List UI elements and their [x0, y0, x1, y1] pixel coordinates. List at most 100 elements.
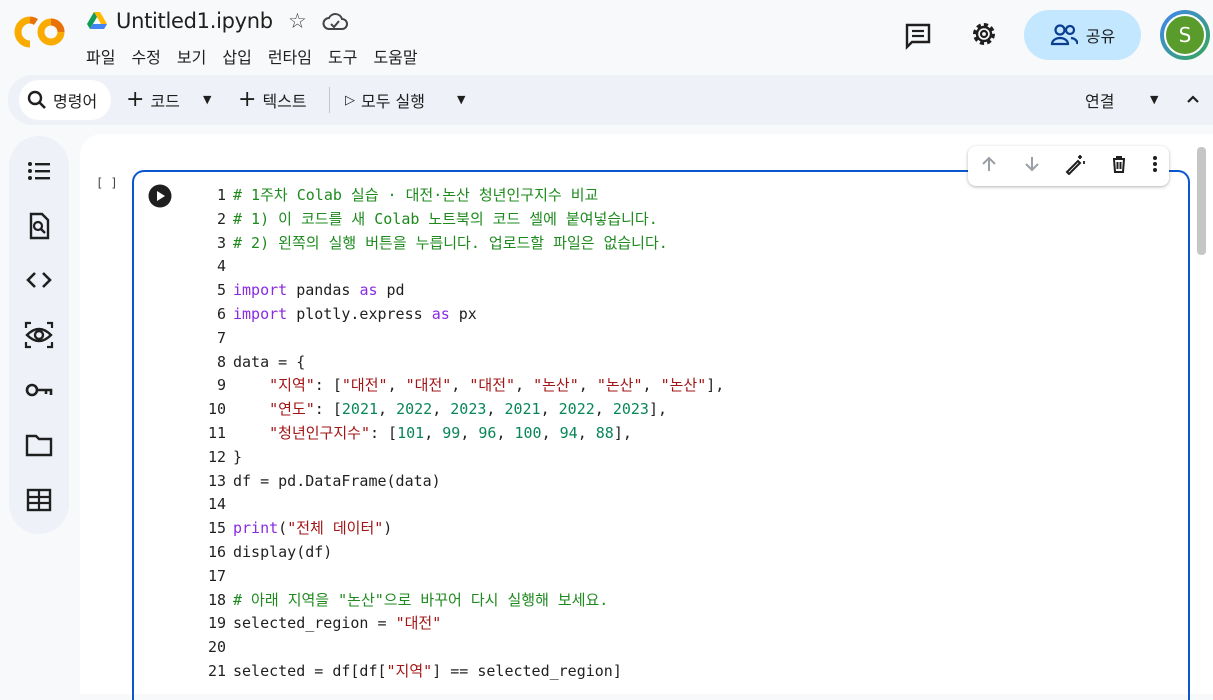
code-line[interactable]: 14 [196, 493, 724, 517]
comment-icon[interactable] [902, 20, 934, 52]
line-number: 5 [216, 281, 226, 300]
files-folder-icon[interactable] [24, 430, 54, 460]
magic-wand-icon[interactable] [1064, 153, 1086, 179]
people-icon [1050, 24, 1078, 46]
cloud-sync-icon[interactable] [322, 11, 348, 33]
code-line[interactable]: 4 [196, 255, 724, 279]
connect-button[interactable]: 연결 [1085, 88, 1114, 112]
data-table-icon[interactable] [24, 485, 54, 515]
variables-inspector-icon[interactable] [24, 320, 54, 350]
secrets-key-icon[interactable] [24, 375, 54, 405]
play-icon [148, 184, 172, 208]
line-source: "청년인구지수": [101, 99, 96, 100, 94, 88], [269, 423, 632, 442]
code-line[interactable]: 6 import plotly.express as px [196, 303, 724, 327]
collapse-chevron-icon[interactable] [1186, 91, 1200, 110]
move-down-icon[interactable] [1022, 154, 1042, 178]
menu-tools[interactable]: 도구 [328, 44, 357, 68]
line-number: 17 [207, 566, 226, 585]
connect-label: 연결 [1085, 92, 1115, 111]
plus-icon: + [126, 87, 145, 112]
run-cell-button[interactable] [148, 184, 172, 208]
code-line[interactable]: 9 "지역": ["대전", "대전", "대전", "논산", "논산", "… [196, 374, 724, 398]
code-line[interactable]: 3 # 2) 왼쪽의 실행 버튼을 누릅니다. 업로드할 파일은 없습니다. [196, 232, 724, 256]
line-number: 18 [207, 590, 226, 609]
code-line[interactable]: 16 display(df) [196, 541, 724, 565]
menu-insert[interactable]: 삽입 [222, 44, 251, 68]
menu-help[interactable]: 도움말 [373, 44, 417, 68]
play-outline-icon: ▷ [345, 92, 355, 108]
move-up-icon[interactable] [979, 154, 999, 178]
code-line[interactable]: 1 # 1주차 Colab 실습 · 대전·논산 청년인구지수 비교 [196, 184, 724, 208]
account-avatar[interactable]: S [1160, 10, 1210, 60]
line-number: 4 [216, 257, 226, 276]
code-line[interactable]: 2 # 1) 이 코드를 새 Colab 노트북의 코드 셀에 붙여넣습니다. [196, 208, 724, 232]
line-number: 1 [216, 186, 226, 204]
menu-runtime[interactable]: 런타임 [268, 44, 312, 68]
line-number: 10 [207, 400, 226, 419]
find-replace-icon[interactable] [24, 211, 54, 241]
line-source: "지역": ["대전", "대전", "대전", "논산", "논산", "논산… [269, 376, 725, 395]
line-number: 6 [216, 304, 226, 323]
line-number: 8 [216, 352, 226, 371]
code-line[interactable]: 8 data = { [196, 351, 724, 375]
line-source: print("전체 데이터") [233, 519, 393, 538]
code-line[interactable]: 11 "청년인구지수": [101, 99, 96, 100, 94, 88], [196, 422, 724, 446]
line-source: data = { [233, 352, 306, 371]
line-number: 13 [207, 471, 226, 490]
command-palette-button[interactable]: 명령어 [19, 80, 111, 120]
colab-logo[interactable] [14, 15, 66, 49]
code-line[interactable]: 20 [196, 636, 724, 660]
code-line[interactable]: 5 import pandas as pd [196, 279, 724, 303]
code-editor[interactable]: 1 # 1주차 Colab 실습 · 대전·논산 청년인구지수 비교 2 # 1) 이… [196, 184, 724, 684]
line-source: "연도": [2021, 2022, 2023, 2021, 2022, 202… [269, 400, 668, 419]
line-number: 7 [216, 328, 226, 347]
code-line[interactable]: 15 print("전체 데이터") [196, 517, 724, 541]
star-icon[interactable]: ☆ [288, 9, 307, 33]
line-number: 11 [207, 423, 226, 442]
more-options-icon[interactable] [1152, 154, 1158, 178]
run-all-button[interactable]: ▷ 모두 실행 [345, 88, 425, 112]
code-line[interactable]: 18 # 아래 지역을 "논산"으로 바꾸어 다시 실행해 보세요. [196, 589, 724, 613]
connect-dropdown-icon[interactable]: ▼ [1150, 93, 1158, 106]
line-source: selected_region = "대전" [233, 614, 442, 633]
search-icon [27, 90, 46, 109]
add-code-dropdown-icon[interactable]: ▼ [203, 93, 211, 106]
cell-execution-count: [ ] [96, 176, 118, 190]
run-all-label: 모두 실행 [361, 92, 425, 111]
notebook-title[interactable]: Untitled1.ipynb [116, 9, 273, 33]
code-line[interactable]: 19 selected_region = "대전" [196, 612, 724, 636]
run-all-dropdown-icon[interactable]: ▼ [457, 93, 465, 106]
line-number: 16 [207, 542, 226, 561]
add-code-button[interactable]: + 코드 [126, 88, 180, 112]
line-source: # 1) 이 코드를 새 Colab 노트북의 코드 셀에 붙여넣습니다. [233, 209, 658, 228]
add-text-button[interactable]: + 텍스트 [238, 88, 307, 112]
code-line[interactable]: 7 [196, 327, 724, 351]
code-line[interactable]: 17 [196, 565, 724, 589]
menu-view[interactable]: 보기 [177, 44, 206, 68]
menu-edit[interactable]: 수정 [131, 44, 160, 68]
share-button[interactable]: 공유 [1024, 10, 1141, 60]
add-text-label: 텍스트 [262, 92, 307, 111]
code-line[interactable]: 21 selected = df[df["지역"] == selected_reg… [196, 660, 724, 684]
vertical-scrollbar[interactable] [1197, 147, 1206, 255]
code-line[interactable]: 13 df = pd.DataFrame(data) [196, 470, 724, 494]
code-line[interactable]: 10 "연도": [2021, 2022, 2023, 2021, 2022, … [196, 398, 724, 422]
line-number: 3 [216, 233, 226, 252]
line-number: 15 [207, 519, 226, 538]
table-of-contents-icon[interactable] [24, 156, 54, 186]
code-line[interactable]: 12} [196, 446, 724, 470]
line-number: 2 [216, 209, 226, 228]
google-drive-icon[interactable] [87, 12, 107, 30]
notebook-toolbar [8, 75, 1213, 125]
gear-icon[interactable] [968, 18, 1000, 50]
share-label: 공유 [1085, 27, 1116, 46]
toolbar-divider [329, 87, 330, 113]
code-snippets-icon[interactable] [24, 265, 54, 295]
line-source: # 2) 왼쪽의 실행 버튼을 누릅니다. 업로드할 파일은 없습니다. [233, 233, 668, 252]
menu-file[interactable]: 파일 [86, 44, 115, 68]
avatar-initial: S [1164, 14, 1206, 56]
plus-icon: + [238, 87, 257, 112]
line-source: import plotly.express as px [233, 304, 477, 323]
delete-trash-icon[interactable] [1109, 154, 1129, 178]
menu-bar: 파일 수정 보기 삽입 런타임 도구 도움말 [86, 44, 434, 68]
